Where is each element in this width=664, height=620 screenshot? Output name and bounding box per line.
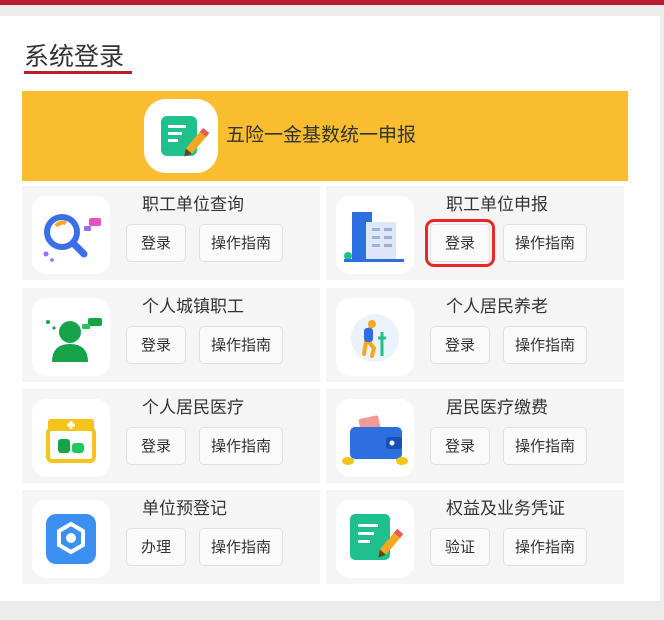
- card-pre-registration: 单位预登记 办理 操作指南: [22, 490, 320, 584]
- guide-button[interactable]: 操作指南: [199, 224, 283, 262]
- login-button[interactable]: 登录: [430, 427, 490, 465]
- guide-button[interactable]: 操作指南: [199, 427, 283, 465]
- top-accent-bar: [0, 0, 664, 5]
- person-chat-icon: [32, 298, 110, 376]
- login-button[interactable]: 登录: [126, 326, 186, 364]
- office-building-icon: [336, 196, 414, 274]
- card-title: 单位预登记: [142, 499, 227, 519]
- card-medical-payment: 居民医疗缴费 登录 操作指南: [326, 389, 624, 483]
- wallet-icon: [336, 399, 414, 477]
- login-button[interactable]: 登录: [126, 224, 186, 262]
- gear-badge-icon: [32, 500, 110, 578]
- banner-base-declaration[interactable]: 五险一金基数统一申报: [22, 91, 628, 181]
- guide-button[interactable]: 操作指南: [503, 326, 587, 364]
- card-title: 居民医疗缴费: [446, 398, 548, 418]
- card-resident-medical: 个人居民医疗 登录 操作指南: [22, 389, 320, 483]
- elderly-person-icon: [336, 298, 414, 376]
- guide-button[interactable]: 操作指南: [503, 528, 587, 566]
- login-button[interactable]: 登录: [425, 219, 495, 267]
- edit-document-icon: [144, 99, 218, 173]
- card-title: 个人城镇职工: [142, 297, 244, 317]
- verify-button[interactable]: 验证: [430, 528, 490, 566]
- banner-title: 五险一金基数统一申报: [226, 124, 417, 146]
- card-employer-declare: 职工单位申报 登录 操作指南: [326, 186, 624, 280]
- card-employer-query: 职工单位查询 登录 操作指南: [22, 186, 320, 280]
- magnifier-chart-icon: [32, 196, 110, 274]
- card-rights-certificate: 权益及业务凭证 验证 操作指南: [326, 490, 624, 584]
- card-title: 个人居民医疗: [142, 398, 244, 418]
- guide-button[interactable]: 操作指南: [503, 427, 587, 465]
- guide-button[interactable]: 操作指南: [199, 528, 283, 566]
- guide-button[interactable]: 操作指南: [503, 224, 587, 262]
- card-title: 权益及业务凭证: [446, 499, 565, 519]
- section-title: 系统登录: [24, 42, 125, 71]
- certificate-icon: [336, 500, 414, 578]
- card-title: 职工单位申报: [446, 195, 548, 215]
- card-title: 个人居民养老: [446, 297, 548, 317]
- card-title: 职工单位查询: [142, 195, 244, 215]
- guide-button[interactable]: 操作指南: [199, 326, 283, 364]
- handle-button[interactable]: 办理: [126, 528, 186, 566]
- card-resident-pension: 个人居民养老 登录 操作指南: [326, 288, 624, 382]
- card-urban-employee: 个人城镇职工 登录 操作指南: [22, 288, 320, 382]
- login-button[interactable]: 登录: [126, 427, 186, 465]
- medical-kit-icon: [32, 399, 110, 477]
- login-button[interactable]: 登录: [430, 326, 490, 364]
- section-title-underline: [24, 71, 132, 74]
